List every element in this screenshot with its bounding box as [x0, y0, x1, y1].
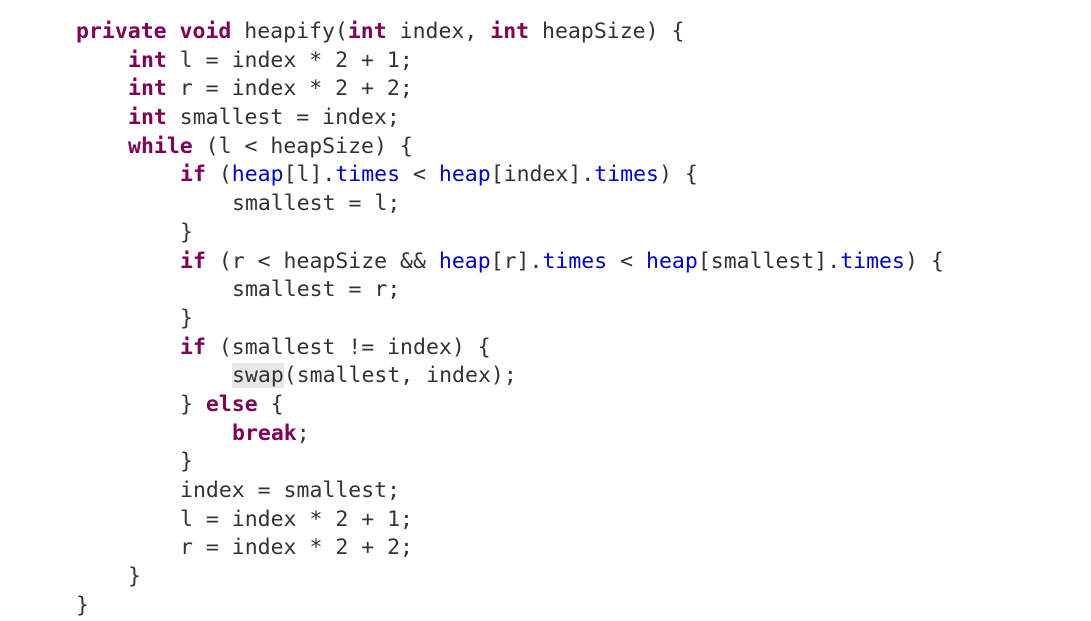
code-line: r = index * 2 + 2; — [76, 534, 1076, 563]
code-token: (smallest, index); — [283, 363, 517, 389]
code-token: smallest = r; — [232, 277, 401, 303]
keyword-token: if — [180, 248, 206, 274]
code-line: smallest = l; — [76, 190, 1076, 219]
keyword-token: int — [128, 47, 167, 73]
code-token: ) { — [904, 248, 944, 274]
code-token: (smallest != index) { — [205, 334, 491, 360]
code-line: while (l < heapSize) { — [76, 133, 1076, 162]
field-token: heap — [646, 248, 698, 274]
field-token: heap — [231, 162, 284, 188]
code-token: < — [607, 248, 647, 274]
keyword-token: int — [128, 76, 167, 102]
code-token: { — [257, 391, 284, 417]
code-token: [index]. — [490, 162, 595, 188]
code-line: int smallest = index; — [76, 104, 1076, 133]
code-line: } else { — [76, 391, 1076, 420]
keyword-token: if — [180, 162, 206, 188]
code-token: r = index * 2 + 2; — [166, 76, 413, 102]
keyword-token: int — [128, 105, 167, 131]
code-line: int r = index * 2 + 2; — [76, 75, 1076, 104]
code-line: } — [76, 563, 1076, 592]
code-line: } — [76, 305, 1076, 334]
code-line: swap(smallest, index); — [76, 362, 1076, 391]
code-token: smallest = l; — [232, 191, 401, 217]
code-token: (l < heapSize) { — [192, 133, 413, 159]
code-token: } — [180, 219, 193, 245]
keyword-token: int — [490, 19, 530, 44]
keyword-token: while — [128, 133, 193, 159]
field-token: times — [594, 162, 659, 188]
keyword-token: private void — [76, 19, 232, 44]
code-token: < — [400, 162, 439, 188]
code-line: } — [76, 448, 1076, 477]
code-token: [l]. — [283, 162, 336, 188]
code-line: if (r < heapSize && heap[r].times < heap… — [76, 248, 1076, 277]
code-line: if (heap[l].times < heap[index].times) { — [76, 161, 1076, 190]
keyword-token: else — [205, 391, 258, 417]
code-line: if (smallest != index) { — [76, 334, 1076, 363]
code-token: } — [128, 564, 141, 590]
code-token: r = index * 2 + 2; — [180, 535, 413, 561]
code-token: smallest = index; — [166, 105, 400, 131]
code-token: ; — [296, 420, 310, 446]
code-token: (r < heapSize && — [205, 248, 439, 274]
code-token: } — [76, 592, 89, 618]
code-token: } — [180, 391, 206, 417]
code-token: l = index * 2 + 1; — [166, 47, 413, 73]
code-token: ( — [205, 162, 232, 188]
code-token: [smallest]. — [697, 248, 841, 274]
code-line: } — [76, 219, 1076, 248]
highlighted-token: swap — [232, 363, 284, 389]
code-line: index = smallest; — [76, 477, 1076, 506]
code-line: break; — [76, 420, 1076, 449]
code-line: int l = index * 2 + 1; — [76, 47, 1076, 76]
code-line: l = index * 2 + 1; — [76, 506, 1076, 535]
field-token: times — [840, 248, 905, 274]
code-token: index, — [386, 19, 491, 44]
code-token: index = smallest; — [180, 478, 401, 503]
field-token: heap — [438, 248, 491, 274]
code-editor[interactable]: private void heapify(int index, int heap… — [76, 18, 1076, 620]
code-line: } — [76, 592, 1076, 621]
code-token: } — [180, 305, 193, 331]
code-token: [r]. — [490, 248, 543, 274]
code-token: heapify( — [231, 19, 348, 44]
keyword-token: if — [180, 334, 206, 360]
keyword-token: break — [232, 420, 297, 446]
keyword-token: int — [347, 19, 387, 44]
field-token: times — [542, 248, 608, 274]
code-line: smallest = r; — [76, 276, 1076, 305]
field-token: times — [335, 162, 401, 188]
code-token: heapSize) { — [529, 19, 685, 44]
code-token: } — [180, 449, 193, 475]
code-line: private void heapify(int index, int heap… — [76, 18, 1076, 47]
code-token: l = index * 2 + 1; — [180, 506, 413, 532]
code-token: ) { — [659, 162, 698, 188]
field-token: heap — [438, 162, 491, 188]
